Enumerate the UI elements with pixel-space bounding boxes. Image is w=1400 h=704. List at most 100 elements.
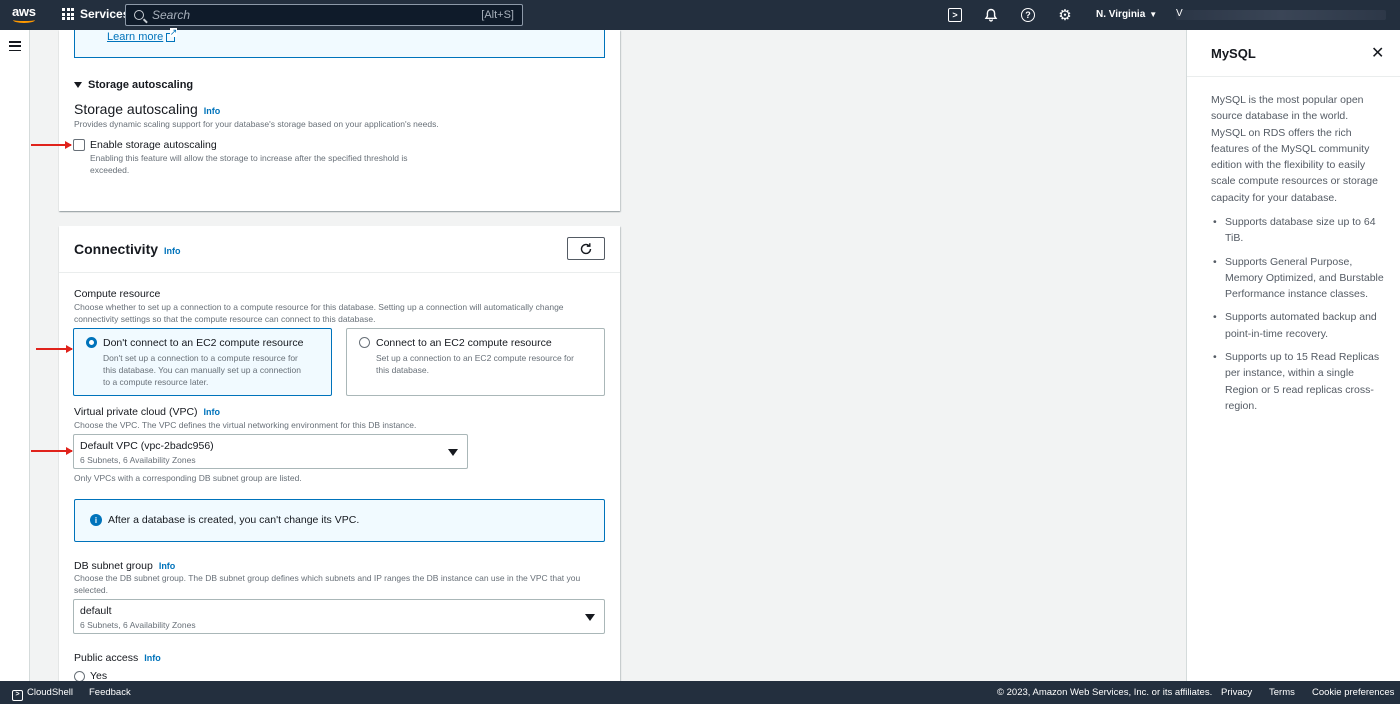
aws-logo[interactable]: aws bbox=[12, 4, 38, 26]
services-menu-button[interactable]: Services bbox=[62, 7, 129, 21]
description-line: this database. bbox=[376, 365, 429, 375]
public-access-label: Public access Info bbox=[74, 652, 161, 664]
description-line: Choose whether to set up a connection to… bbox=[74, 302, 564, 312]
bell-icon[interactable] bbox=[983, 7, 999, 23]
terminal-icon: > bbox=[12, 690, 23, 701]
chevron-down-icon: ▼ bbox=[1149, 10, 1158, 19]
subnet-group-select[interactable]: default 6 Subnets, 6 Availability Zones bbox=[73, 599, 605, 634]
left-navigation-rail bbox=[0, 30, 30, 681]
connectivity-heading: Connectivity Info bbox=[74, 241, 181, 257]
annotation-arrow bbox=[36, 345, 73, 352]
annotation-arrow bbox=[31, 141, 72, 148]
storage-autoscaling-toggle[interactable]: Storage autoscaling bbox=[74, 79, 193, 91]
learn-more-label: Learn more bbox=[107, 31, 164, 43]
cloudshell-button[interactable]: > CloudShell bbox=[12, 687, 73, 701]
vpc-label-text: Virtual private cloud (VPC) bbox=[74, 406, 198, 418]
description-line: Set up a connection to an EC2 compute re… bbox=[376, 353, 574, 363]
annotation-arrow bbox=[31, 447, 73, 454]
search-placeholder: Search bbox=[152, 8, 191, 22]
info-icon: i bbox=[90, 514, 102, 526]
refresh-button[interactable] bbox=[567, 237, 605, 260]
caret-down-icon bbox=[448, 449, 458, 456]
connect-ec2-radio[interactable] bbox=[359, 337, 370, 348]
checkbox-description-line: exceeded. bbox=[90, 164, 130, 175]
connect-ec2-title: Connect to an EC2 compute resource bbox=[376, 337, 552, 349]
info-link[interactable]: Info bbox=[204, 407, 221, 417]
external-link-icon bbox=[166, 27, 178, 42]
description-line: connectivity settings so that the comput… bbox=[74, 313, 376, 324]
subnet-group-selected-detail: 6 Subnets, 6 Availability Zones bbox=[80, 620, 196, 630]
services-label: Services bbox=[80, 7, 130, 21]
connect-ec2-tile[interactable]: Connect to an EC2 compute resource Set u… bbox=[346, 328, 605, 396]
region-selector[interactable]: N. Virginia ▼ bbox=[1096, 9, 1157, 20]
storage-autoscaling-heading-text: Storage autoscaling bbox=[74, 101, 198, 117]
close-icon[interactable]: ✕ bbox=[1371, 43, 1384, 63]
cloudshell-icon[interactable]: > bbox=[948, 8, 962, 22]
caret-down-icon bbox=[74, 82, 82, 88]
cookie-preferences-link[interactable]: Cookie preferences bbox=[1312, 687, 1394, 698]
compute-resource-label: Compute resource bbox=[74, 288, 161, 300]
dont-connect-ec2-title: Don't connect to an EC2 compute resource bbox=[103, 337, 304, 349]
copyright-text: © 2023, Amazon Web Services, Inc. or its… bbox=[997, 687, 1213, 698]
vpc-note: Only VPCs with a corresponding DB subnet… bbox=[74, 473, 302, 483]
vpc-selected-value: Default VPC (vpc-2badc956) bbox=[80, 440, 214, 452]
footer: > CloudShell Feedback © 2023, Amazon Web … bbox=[0, 681, 1400, 704]
subnet-group-label: DB subnet group Info bbox=[74, 560, 175, 572]
vpc-description: Choose the VPC. The VPC defines the virt… bbox=[74, 420, 417, 430]
top-navigation: aws Services Search [Alt+S] > ? ⚙ N. Vir… bbox=[0, 0, 1400, 30]
privacy-link[interactable]: Privacy bbox=[1221, 687, 1252, 698]
search-icon bbox=[134, 10, 144, 20]
help-icon[interactable]: ? bbox=[1021, 8, 1035, 22]
learn-more-link[interactable]: Learn more bbox=[107, 27, 178, 43]
description-line: this database. You can manually set up a… bbox=[103, 365, 302, 375]
cloudshell-label: CloudShell bbox=[27, 687, 73, 698]
connectivity-heading-text: Connectivity bbox=[74, 241, 159, 257]
subnet-group-description: Choose the DB subnet group. The DB subne… bbox=[74, 573, 580, 596]
vpc-select[interactable]: Default VPC (vpc-2badc956) 6 Subnets, 6 … bbox=[73, 434, 468, 469]
vpc-info-alert-text: After a database is created, you can't c… bbox=[108, 514, 360, 526]
search-input[interactable]: Search [Alt+S] bbox=[125, 4, 523, 26]
help-paragraph: MySQL is the most popular open source da… bbox=[1211, 94, 1378, 204]
info-link[interactable]: Info bbox=[204, 106, 221, 116]
checkbox-description: Enabling this feature will allow the sto… bbox=[90, 153, 408, 176]
subnet-group-selected-value: default bbox=[80, 605, 112, 617]
dont-connect-ec2-description: Don't set up a connection to a compute r… bbox=[103, 352, 301, 388]
public-access-label-text: Public access bbox=[74, 652, 139, 664]
gear-icon[interactable]: ⚙ bbox=[1057, 7, 1073, 24]
subnet-group-label-text: DB subnet group bbox=[74, 560, 153, 572]
dont-connect-ec2-radio[interactable] bbox=[86, 337, 97, 348]
storage-autoscaling-heading: Storage autoscaling Info bbox=[74, 101, 220, 117]
account-initial: V bbox=[1176, 8, 1183, 19]
account-menu-redacted[interactable] bbox=[1176, 10, 1386, 20]
info-link[interactable]: Info bbox=[159, 561, 176, 571]
info-link[interactable]: Info bbox=[144, 653, 161, 663]
description-line: Don't set up a connection to a compute r… bbox=[103, 353, 298, 363]
vpc-label: Virtual private cloud (VPC) Info bbox=[74, 406, 220, 418]
help-panel-divider bbox=[1187, 76, 1400, 77]
help-panel-title: MySQL bbox=[1211, 46, 1256, 61]
menu-icon[interactable] bbox=[9, 41, 21, 51]
help-bullet: Supports up to 15 Read Replicas per inst… bbox=[1211, 349, 1385, 414]
region-label: N. Virginia bbox=[1096, 9, 1146, 20]
caret-down-icon bbox=[585, 614, 595, 621]
info-link[interactable]: Info bbox=[164, 246, 181, 256]
refresh-icon bbox=[580, 242, 592, 254]
enable-storage-autoscaling-label[interactable]: Enable storage autoscaling bbox=[90, 139, 217, 151]
help-bullet: Supports General Purpose, Memory Optimiz… bbox=[1211, 254, 1385, 303]
terms-link[interactable]: Terms bbox=[1269, 687, 1295, 698]
storage-autoscaling-toggle-label: Storage autoscaling bbox=[88, 79, 194, 91]
help-panel: MySQL ✕ MySQL is the most popular open s… bbox=[1186, 30, 1400, 681]
storage-autoscaling-description: Provides dynamic scaling support for you… bbox=[74, 119, 439, 129]
description-line: Choose the DB subnet group. The DB subne… bbox=[74, 573, 581, 583]
grid-icon bbox=[62, 8, 74, 20]
connect-ec2-description: Set up a connection to an EC2 compute re… bbox=[376, 352, 574, 376]
description-line: to a compute resource later. bbox=[103, 377, 209, 387]
help-bullet-list: Supports database size up to 64 TiB. Sup… bbox=[1211, 214, 1385, 421]
vpc-info-alert: i After a database is created, you can't… bbox=[74, 499, 605, 542]
section-divider bbox=[59, 272, 620, 273]
enable-storage-autoscaling-checkbox[interactable] bbox=[73, 139, 85, 151]
help-bullet: Supports automated backup and point-in-t… bbox=[1211, 309, 1385, 342]
search-shortcut-hint: [Alt+S] bbox=[481, 9, 514, 21]
dont-connect-ec2-tile[interactable]: Don't connect to an EC2 compute resource… bbox=[73, 328, 332, 396]
feedback-link[interactable]: Feedback bbox=[89, 687, 131, 698]
